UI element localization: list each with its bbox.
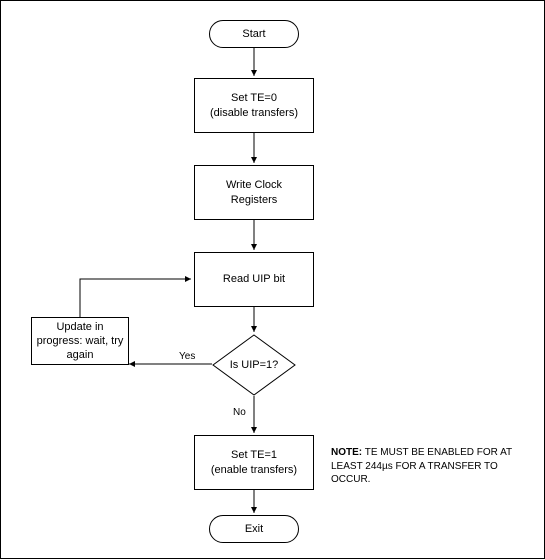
process-content: Write Clock Registers (226, 178, 282, 207)
edge-no-label: No (233, 407, 246, 418)
terminator-exit: Exit (209, 515, 299, 543)
edge-yes-label: Yes (179, 351, 195, 362)
flowchart-canvas: Start Set TE=0 (disable transfers) Write… (0, 0, 545, 559)
step2-line2: Registers (226, 193, 282, 207)
decision-uip: Is UIP=1? (212, 334, 296, 396)
process-content: Set TE=0 (disable transfers) (210, 91, 298, 120)
note-text: NOTE: TE MUST BE ENABLED FOR AT LEAST 24… (331, 446, 531, 487)
update-line3: again (37, 348, 124, 362)
step4-line1: Set TE=1 (211, 448, 297, 462)
step3-label: Read UIP bit (223, 272, 285, 286)
exit-label: Exit (245, 522, 263, 536)
process-set-te0: Set TE=0 (disable transfers) (194, 78, 314, 133)
process-content: Set TE=1 (enable transfers) (211, 448, 297, 477)
step1-line2: (disable transfers) (210, 106, 298, 120)
update-line1: Update in (37, 320, 124, 334)
start-label: Start (242, 27, 265, 41)
process-read-uip: Read UIP bit (194, 252, 314, 307)
step2-line1: Write Clock (226, 178, 282, 192)
process-write-clock: Write Clock Registers (194, 165, 314, 220)
decision-label: Is UIP=1? (230, 358, 279, 372)
step4-line2: (enable transfers) (211, 463, 297, 477)
step1-line1: Set TE=0 (210, 91, 298, 105)
update-line2: progress: wait, try (37, 334, 124, 348)
process-content: Update in progress: wait, try again (37, 320, 124, 363)
note-prefix: NOTE: (331, 447, 362, 458)
process-update-wait: Update in progress: wait, try again (31, 317, 129, 365)
process-set-te1: Set TE=1 (enable transfers) (194, 435, 314, 490)
terminator-start: Start (209, 20, 299, 48)
